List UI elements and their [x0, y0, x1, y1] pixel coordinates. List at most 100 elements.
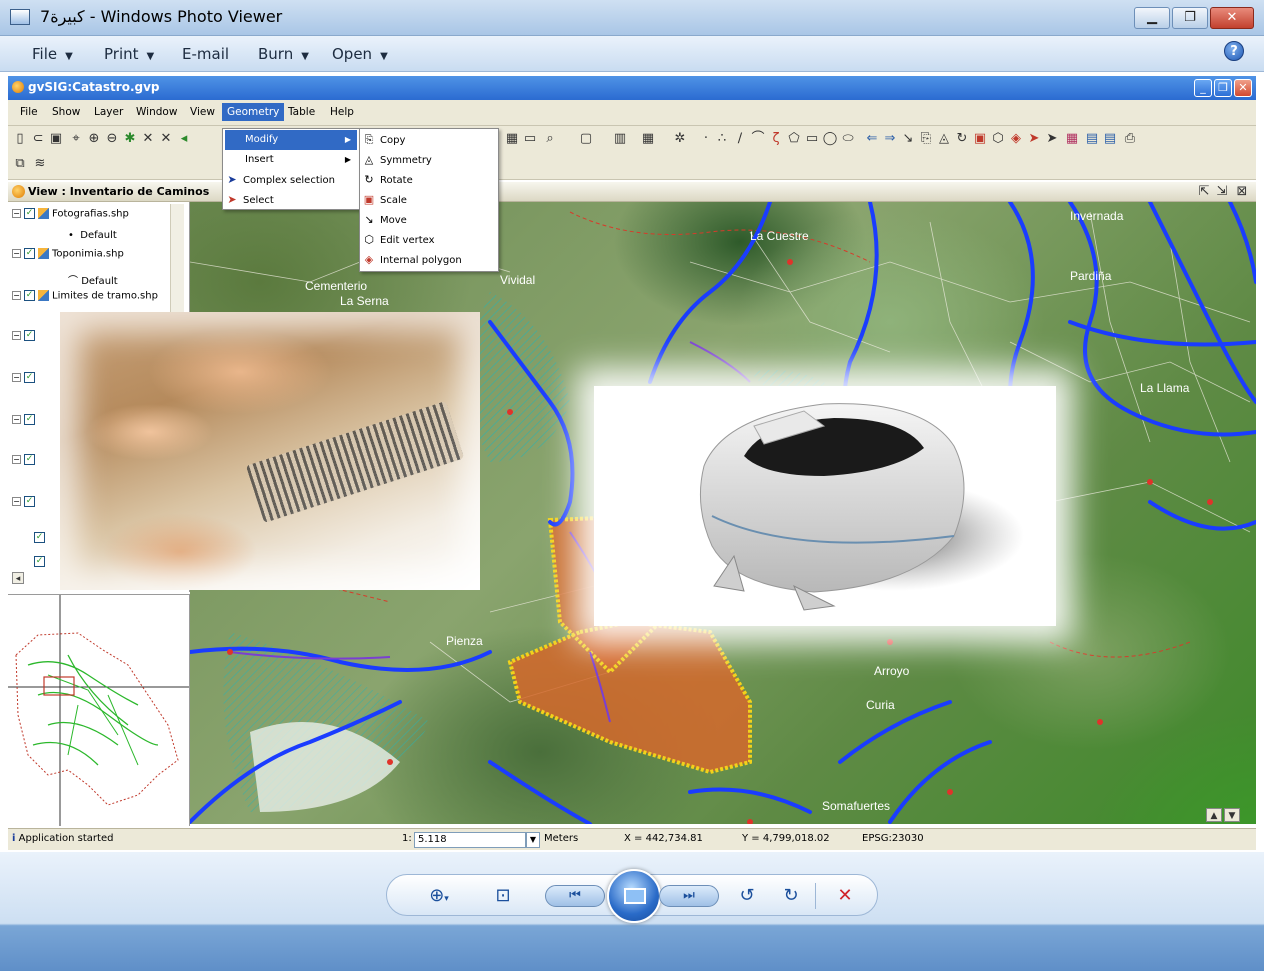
- menu-item-edit-vertex[interactable]: ⬡ Edit vertex: [362, 230, 496, 250]
- document-icon[interactable]: ▤: [1084, 131, 1100, 147]
- collapse-icon[interactable]: −: [12, 249, 21, 258]
- view-maximize-icon[interactable]: ⇲: [1214, 184, 1230, 200]
- collapse-icon[interactable]: −: [12, 209, 21, 218]
- copy-tool-icon[interactable]: ⎘: [918, 131, 934, 147]
- pan-icon[interactable]: ⌖: [68, 131, 84, 147]
- edit-vertex-tool-icon[interactable]: ⬡: [990, 131, 1006, 147]
- export-icon[interactable]: ⎙: [1122, 131, 1138, 147]
- report-icon[interactable]: ▤: [1102, 131, 1118, 147]
- toc-layer-row[interactable]: − ✓: [12, 330, 38, 348]
- scale-dropdown-icon[interactable]: ▼: [526, 832, 540, 848]
- arc-icon[interactable]: ⌒: [750, 131, 766, 147]
- menu-open[interactable]: Open ▼: [332, 45, 388, 63]
- toc-layer-row[interactable]: ✓: [34, 556, 48, 574]
- gvsig-close-button[interactable]: ✕: [1234, 79, 1252, 97]
- add-layer-icon[interactable]: ⧉: [12, 156, 28, 172]
- toc-layer-row[interactable]: − ✓: [12, 496, 38, 514]
- zoom-previous-icon[interactable]: ✕: [158, 131, 174, 147]
- gvsig-menu-layer[interactable]: Layer: [94, 106, 123, 118]
- rotate-ccw-icon[interactable]: ↺: [735, 885, 759, 907]
- grid-icon[interactable]: ▦: [640, 131, 656, 147]
- measure-icon[interactable]: ◂: [176, 131, 192, 147]
- menu-item-select[interactable]: ➤ Select: [225, 190, 357, 210]
- open-folder-icon[interactable]: ⊂: [30, 131, 46, 147]
- move-tool-icon[interactable]: ↘: [900, 131, 916, 147]
- zoom-out-icon[interactable]: ⊖: [104, 131, 120, 147]
- layer-checkbox[interactable]: ✓: [24, 248, 35, 259]
- zoom-in-icon[interactable]: ⊕: [86, 131, 102, 147]
- menu-item-symmetry[interactable]: ◬ Symmetry: [362, 150, 496, 170]
- gvsig-menu-show[interactable]: Show: [52, 106, 80, 118]
- menu-item-internal-polygon[interactable]: ◈ Internal polygon: [362, 250, 496, 270]
- save-icon[interactable]: ▣: [48, 131, 64, 147]
- multipoint-icon[interactable]: ∴: [714, 131, 730, 147]
- internal-polygon-tool-icon[interactable]: ◈: [1008, 131, 1024, 147]
- view-undock-icon[interactable]: ⇱: [1196, 184, 1212, 200]
- gvsig-menu-file[interactable]: File: [20, 106, 38, 118]
- table-icon[interactable]: ▦: [504, 131, 520, 147]
- scroll-down-icon[interactable]: ▼: [1224, 808, 1240, 822]
- previous-icon[interactable]: ⏮: [545, 885, 605, 907]
- menu-item-modify[interactable]: Modify ▶: [225, 130, 357, 150]
- scale-input[interactable]: 5.118: [414, 832, 526, 848]
- menu-print[interactable]: Print ▼: [104, 45, 154, 63]
- view-close-icon[interactable]: ⊠: [1234, 184, 1250, 200]
- point-icon[interactable]: ·: [698, 131, 714, 147]
- next-icon[interactable]: ⏭: [659, 885, 719, 907]
- restore-button[interactable]: ❐: [1172, 7, 1208, 29]
- menu-item-copy[interactable]: ⎘ Copy: [362, 130, 496, 150]
- overview-map[interactable]: [8, 594, 190, 826]
- select-arrow-icon[interactable]: ➤: [1026, 131, 1042, 147]
- toc-layer-row[interactable]: − ✓ Limites de tramo.shp: [12, 290, 158, 308]
- menu-item-insert[interactable]: Insert ▶: [225, 150, 357, 170]
- gvsig-menu-view[interactable]: View: [190, 106, 215, 118]
- zoom-icon[interactable]: ⊕▾: [419, 885, 459, 907]
- polyline-icon[interactable]: ζ: [768, 131, 784, 147]
- line-icon[interactable]: ∕: [732, 131, 748, 147]
- help-icon[interactable]: ?: [1224, 41, 1244, 61]
- gvsig-menu-help[interactable]: Help: [330, 106, 354, 118]
- ellipse-icon[interactable]: ⬭: [840, 131, 856, 147]
- attribute-table-icon[interactable]: ▦: [1064, 131, 1080, 147]
- frame-icon[interactable]: ▢: [578, 131, 594, 147]
- layer-checkbox[interactable]: ✓: [24, 208, 35, 219]
- rectangle-select-icon[interactable]: ▭: [522, 131, 538, 147]
- toc-layer-row[interactable]: − ✓: [12, 414, 38, 432]
- complex-selection-icon[interactable]: ➤: [1044, 131, 1060, 147]
- toc-layer-row[interactable]: − ✓ Fotografias.shp: [12, 208, 129, 226]
- toc-layer-row[interactable]: − ✓ Toponimia.shp: [12, 248, 124, 266]
- new-file-icon[interactable]: ▯: [12, 131, 28, 147]
- gvsig-menu-window[interactable]: Window: [136, 106, 177, 118]
- query-icon[interactable]: ⌕: [542, 131, 558, 147]
- layout-icon[interactable]: ▥: [612, 131, 628, 147]
- delete-icon[interactable]: ✕: [833, 885, 857, 907]
- zoom-select-icon[interactable]: ✕: [140, 131, 156, 147]
- gvsig-menu-geometry[interactable]: Geometry: [222, 103, 285, 121]
- menu-item-move[interactable]: ↘ Move: [362, 210, 496, 230]
- scroll-left-icon[interactable]: ◂: [12, 572, 24, 584]
- scale-tool-icon[interactable]: ▣: [972, 131, 988, 147]
- menu-burn[interactable]: Burn ▼: [258, 45, 309, 63]
- menu-file[interactable]: File ▼: [32, 45, 73, 63]
- layer-stack-icon[interactable]: ≋: [32, 156, 48, 172]
- menu-item-complex-selection[interactable]: ➤ Complex selection: [225, 170, 357, 190]
- gvsig-minimize-button[interactable]: _: [1194, 79, 1212, 97]
- toc-layer-row[interactable]: ✓: [34, 532, 48, 550]
- forward-arrow-icon[interactable]: ⇒: [882, 131, 898, 147]
- menu-email[interactable]: E-mail: [182, 45, 229, 63]
- symmetry-tool-icon[interactable]: ◬: [936, 131, 952, 147]
- gvsig-restore-button[interactable]: ❐: [1214, 79, 1232, 97]
- close-button[interactable]: ✕: [1210, 7, 1254, 29]
- rotate-cw-icon[interactable]: ↻: [779, 885, 803, 907]
- rotate-tool-icon[interactable]: ↻: [954, 131, 970, 147]
- collapse-icon[interactable]: −: [12, 291, 21, 300]
- scroll-up-icon[interactable]: ▲: [1206, 808, 1222, 822]
- toc-layer-row[interactable]: − ✓: [12, 372, 38, 390]
- menu-item-rotate[interactable]: ↻ Rotate: [362, 170, 496, 190]
- minimize-button[interactable]: ▁: [1134, 7, 1170, 29]
- polygon-icon[interactable]: ⬠: [786, 131, 802, 147]
- tools-icon[interactable]: ✲: [672, 131, 688, 147]
- slideshow-icon[interactable]: [607, 869, 661, 923]
- toc-layer-row[interactable]: − ✓: [12, 454, 38, 472]
- gvsig-menu-table[interactable]: Table: [288, 106, 315, 118]
